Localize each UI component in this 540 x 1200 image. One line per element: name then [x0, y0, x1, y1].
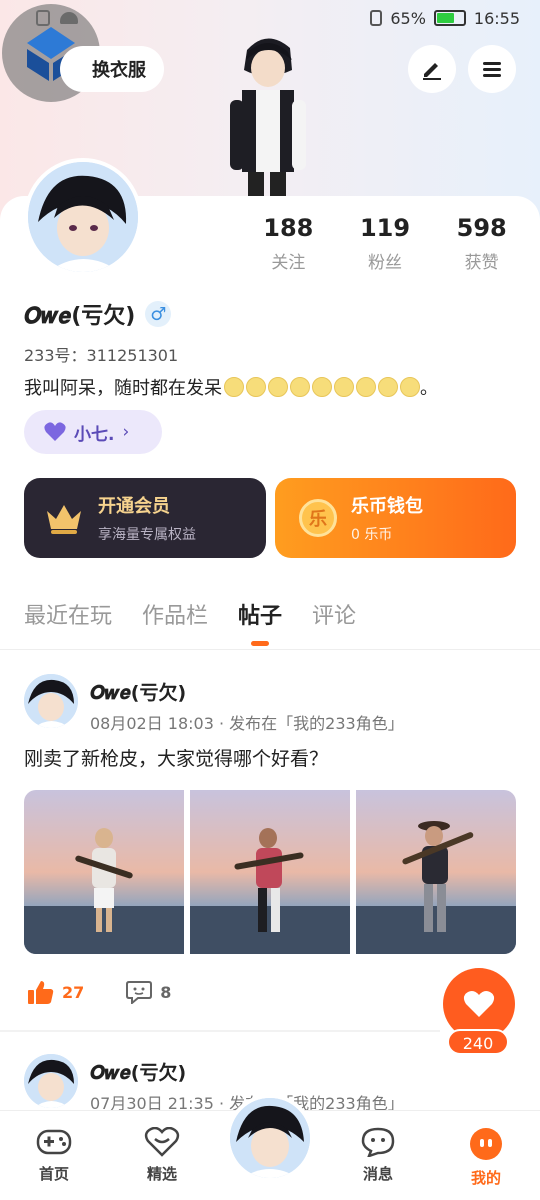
face-emoji-icon: [378, 377, 398, 397]
thumbs-up-icon: [28, 981, 54, 1004]
nav-messages-label: 消息: [362, 1165, 393, 1183]
post-author-avatar[interactable]: [24, 1054, 78, 1108]
tab-recent-played[interactable]: 最近在玩: [24, 598, 112, 630]
post-image[interactable]: [24, 790, 184, 954]
profile-tabs: 最近在玩 作品栏 帖子 评论: [24, 598, 356, 630]
battery-icon: [433, 10, 466, 26]
post-comment-button[interactable]: 8: [126, 980, 171, 1004]
dress-up-button[interactable]: 换衣服: [60, 46, 164, 92]
post-text[interactable]: 刚卖了新枪皮，大家觉得哪个好看？: [24, 744, 328, 771]
heart-icon: [44, 422, 66, 441]
me-face-icon: [470, 1128, 502, 1160]
character-figure[interactable]: [222, 30, 312, 196]
menu-icon: [483, 62, 501, 77]
vip-title: 开通会员: [98, 496, 170, 517]
profile-avatar[interactable]: [24, 158, 142, 276]
nickname: 𝑶𝒘𝒆(亏欠) ♂: [24, 298, 172, 330]
post-like-count: 27: [62, 982, 85, 1002]
comment-icon: [126, 981, 153, 1004]
post-meta: 08月02日 18:03 · 发布在「我的233角色」: [90, 714, 404, 733]
clock: 16:55: [473, 8, 520, 28]
likes-label: 获赞: [464, 253, 499, 273]
face-emoji-icon: [312, 377, 332, 397]
vip-subtitle: 享海量专属权益: [98, 527, 196, 543]
post-images: [24, 790, 516, 954]
nav-messages[interactable]: 消息: [324, 1111, 432, 1200]
nav-mine[interactable]: 我的: [432, 1111, 540, 1200]
divider: [0, 649, 540, 650]
heart-bubble-icon: [144, 1127, 180, 1157]
face-emoji-icon: [356, 377, 376, 397]
following-label: 关注: [271, 253, 306, 273]
face-emoji-icon: [400, 377, 420, 397]
likes-stat[interactable]: 598 获赞: [433, 214, 530, 273]
face-emoji-icon: [290, 377, 310, 397]
following-count: 188: [263, 214, 314, 242]
menu-button[interactable]: [468, 45, 516, 93]
wallet-title: 乐币钱包: [351, 496, 423, 517]
pen-icon: [423, 63, 441, 80]
followers-count: 119: [359, 214, 411, 242]
post-author-avatar[interactable]: [24, 674, 78, 728]
edit-button[interactable]: [408, 45, 456, 93]
user-id: 233号：311251301: [24, 346, 179, 365]
likes-count: 598: [456, 214, 507, 242]
wallet-subtitle: 0 乐币: [351, 527, 393, 543]
crown-icon: [47, 505, 81, 534]
nav-featured-label: 精选: [146, 1165, 177, 1183]
tab-posts[interactable]: 帖子: [238, 598, 282, 630]
message-icon: [361, 1127, 395, 1157]
nav-featured[interactable]: 精选: [108, 1111, 216, 1200]
tab-comments[interactable]: 评论: [312, 598, 356, 630]
profile-stats: 188 关注 119 粉丝 598 获赞: [240, 214, 530, 273]
post-divider: [0, 1030, 440, 1032]
battery-percent: 65%: [390, 8, 426, 28]
nav-home[interactable]: 首页: [0, 1111, 108, 1200]
face-emoji-icon: [246, 377, 266, 397]
nav-home-label: 首页: [38, 1165, 69, 1183]
vibrate-icon: [370, 10, 383, 26]
relationship-tag[interactable]: 小七. ›: [24, 410, 162, 454]
male-gender-icon: ♂: [145, 301, 172, 327]
post-like-button[interactable]: 27: [28, 980, 84, 1004]
followers-stat[interactable]: 119 粉丝: [337, 214, 434, 273]
face-emoji-icon: [334, 377, 354, 397]
wallet-card[interactable]: 乐 乐币钱包 0 乐币: [275, 478, 516, 558]
face-emoji-icon: [268, 377, 288, 397]
post-author-name[interactable]: 𝑶𝒘𝒆(亏欠): [90, 678, 186, 705]
nickname-text: 𝑶𝒘𝒆(亏欠): [24, 304, 136, 329]
post-image[interactable]: [356, 790, 516, 954]
followers-label: 粉丝: [368, 253, 402, 273]
dress-up-label: 换衣服: [92, 60, 146, 81]
face-emoji-icon: [224, 377, 244, 397]
post-image[interactable]: [190, 790, 350, 954]
bio-end: 。: [420, 378, 438, 399]
bio: 我叫阿呆，随时都在发呆 。: [24, 374, 438, 400]
gamepad-icon: [36, 1129, 72, 1155]
vip-card[interactable]: 开通会员 享海量专属权益: [24, 478, 266, 558]
post-actions: 27 8: [28, 980, 171, 1004]
bio-text: 我叫阿呆，随时都在发呆: [24, 378, 222, 399]
tab-works[interactable]: 作品栏: [142, 598, 208, 630]
following-stat[interactable]: 188 关注: [240, 214, 337, 273]
heart-icon: [463, 991, 495, 1017]
nav-mine-label: 我的: [470, 1169, 501, 1187]
tag-label: 小七.: [74, 424, 115, 445]
post-author-name[interactable]: 𝑶𝒘𝒆(亏欠): [90, 1058, 186, 1085]
post-comment-count: 8: [160, 982, 172, 1002]
like-fab-count: 240: [447, 1029, 509, 1055]
center-avatar-button[interactable]: [226, 1094, 314, 1182]
coin-icon: 乐: [299, 499, 337, 537]
chevron-right-icon: ›: [122, 422, 130, 442]
